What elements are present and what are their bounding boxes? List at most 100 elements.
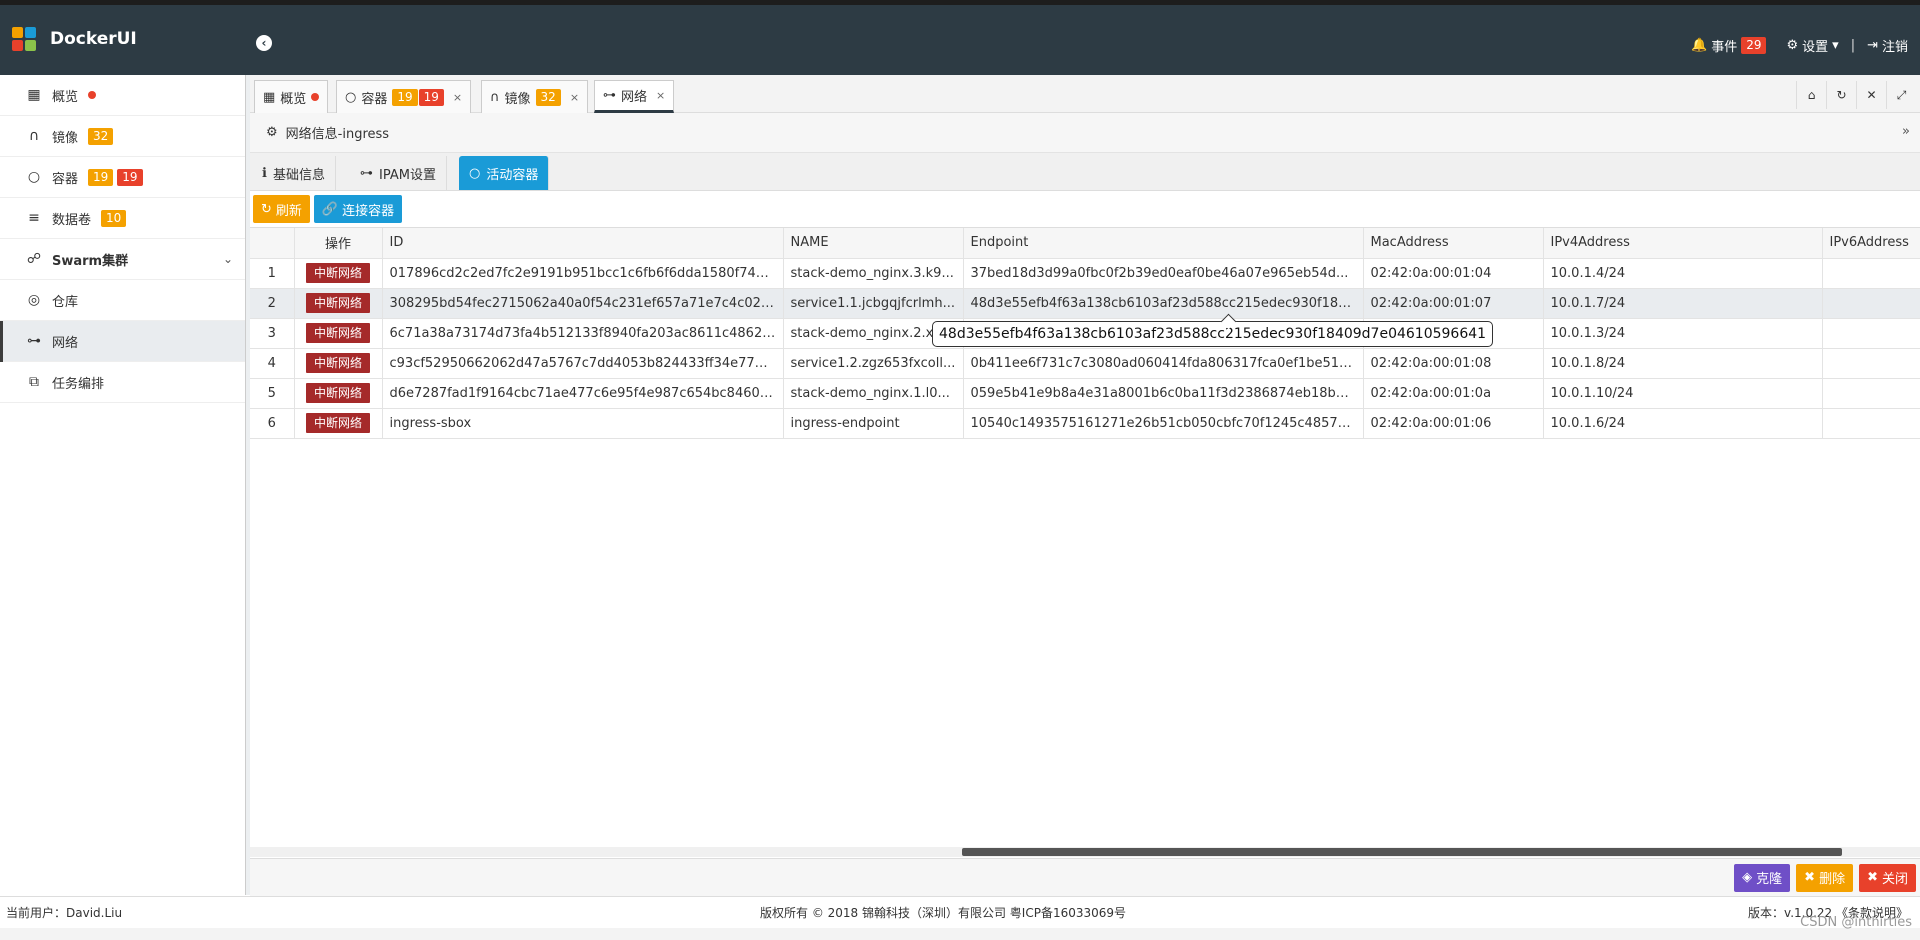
cell-id: ingress-sbox — [382, 408, 784, 439]
row-number: 1 — [250, 258, 295, 289]
ring-icon: ○ — [27, 169, 41, 185]
cell-mac: 02:42:0a:00:01:06 — [1363, 408, 1544, 439]
table-row[interactable]: 4 中断网络 c93cf52950662062d47a5767c7dd4053b82… — [250, 348, 1920, 379]
tab-badge: 19 — [392, 88, 418, 106]
button-label: 刷新 — [275, 203, 302, 219]
sidebar-item-overview[interactable]: ▦ 概览 — [0, 75, 245, 116]
cell-endpoint: 37bed18d3d99a0fbc0f2b39ed0eaf0be46a07e96… — [963, 258, 1364, 289]
puzzle-icon: ⧉ — [29, 374, 39, 390]
button-label: 删除 — [1819, 872, 1846, 887]
sidebar-item-orchestration[interactable]: ⧉ 任务编排 — [0, 362, 245, 403]
cell-id: c93cf52950662062d47a5767c7dd4053b824433f… — [382, 348, 784, 379]
cell-ipv6 — [1822, 408, 1920, 439]
horizontal-scrollbar[interactable] — [962, 848, 1842, 856]
column-header[interactable]: ID — [382, 228, 784, 259]
sidebar-collapse-icon[interactable]: ‹ — [256, 35, 272, 51]
ring-icon: ○ — [345, 89, 357, 105]
cell-name: service1.1.jcbgqjfcrlmh... — [783, 288, 964, 319]
close-icon[interactable]: × — [570, 91, 579, 104]
tab-network[interactable]: ⊶ 网络 × — [594, 80, 675, 113]
button-label: 连接容器 — [342, 203, 395, 219]
volumes-count-badge: 10 — [101, 209, 127, 227]
close-icon[interactable]: × — [453, 91, 462, 104]
header-separator: | — [1850, 37, 1856, 53]
action-cell: 中断网络 — [294, 348, 383, 379]
cell-ipv6 — [1822, 318, 1920, 349]
row-number: 5 — [250, 378, 295, 409]
action-cell: 中断网络 — [294, 258, 383, 289]
column-header[interactable]: MacAddress — [1363, 228, 1544, 259]
containers-total-badge: 19 — [117, 168, 143, 186]
column-header[interactable]: NAME — [783, 228, 964, 259]
usb-icon: ⊶ — [603, 88, 616, 103]
table-row[interactable]: 2 中断网络 308295bd54fec2715062a40a0f54c231ef6… — [250, 288, 1920, 319]
sidebar-item-volumes[interactable]: ≡ 数据卷 10 — [0, 198, 245, 239]
grid-toolbar: ↻ 刷新 🔗 连接容器 — [250, 191, 1920, 227]
close-button[interactable]: ✖ 关闭 — [1859, 863, 1916, 892]
logout-button[interactable]: ⇥ 注销 — [1867, 36, 1908, 55]
tab-containers[interactable]: ○ 容器 19 19 × — [336, 80, 472, 113]
disconnect-network-button[interactable]: 中断网络 — [305, 383, 370, 403]
headphones-icon: ∩ — [490, 89, 500, 105]
settings-button[interactable]: ⚙ 设置 ▾ — [1786, 36, 1838, 55]
settings-label: 设置 — [1802, 39, 1829, 55]
cell-endpoint: 48d3e55efb4f63a138cb6103af23d588cc215ede… — [963, 288, 1364, 319]
disconnect-network-button[interactable]: 中断网络 — [305, 353, 370, 373]
app-logo-icon — [12, 27, 38, 53]
sidebar-item-registry[interactable]: ◎ 仓库 — [0, 280, 245, 321]
disconnect-network-button[interactable]: 中断网络 — [305, 323, 370, 343]
table-row[interactable]: 6 中断网络 ingress-sbox ingress-endpoint 10540c1… — [250, 408, 1920, 439]
sidebar-item-images[interactable]: ∩ 镜像 32 — [0, 116, 245, 157]
sidebar-item-network[interactable]: ⊶ 网络 — [0, 321, 245, 362]
fullscreen-icon[interactable]: ⤢ — [1886, 81, 1916, 109]
headphones-icon: ∩ — [28, 128, 40, 144]
table-row[interactable]: 1 中断网络 017896cd2c2ed7fc2e9191b951bcc1c6fb6… — [250, 258, 1920, 289]
cell-endpoint: 0b411ee6f731c7c3080ad060414fda806317fca0… — [963, 348, 1364, 379]
cell-id: d6e7287fad1f9164cbc71ae477c6e95f4e987c65… — [382, 378, 784, 409]
tab-active-containers[interactable]: ○ 活动容器 — [459, 156, 550, 190]
clone-button[interactable]: ◈ 克隆 — [1734, 863, 1791, 892]
sidebar-item-label: 任务编排 — [52, 376, 105, 392]
column-header[interactable]: IPv4Address — [1543, 228, 1823, 259]
close-icon[interactable]: × — [656, 89, 665, 102]
tab-label: 基础信息 — [272, 167, 325, 183]
cell-endpoint: 10540c1493575161271e26b51cb050cbfc70f124… — [963, 408, 1364, 439]
disconnect-network-button[interactable]: 中断网络 — [305, 293, 370, 313]
button-label: 克隆 — [1756, 872, 1783, 887]
table-row[interactable]: 5 中断网络 d6e7287fad1f9164cbc71ae477c6e95f4e9… — [250, 378, 1920, 409]
connect-container-button[interactable]: 🔗 连接容器 — [313, 195, 403, 223]
tab-basic-info[interactable]: ℹ 基础信息 — [252, 156, 336, 190]
cell-ipv4: 10.0.1.4/24 — [1543, 258, 1823, 289]
double-chevron-right-icon[interactable]: » — [1902, 124, 1910, 139]
cell-ipv6 — [1822, 258, 1920, 289]
tab-overview[interactable]: ▦ 概览 — [254, 80, 329, 113]
cell-ipv6 — [1822, 288, 1920, 319]
events-button[interactable]: 🔔 事件 29 — [1691, 36, 1767, 55]
current-user: 当前用户：David.Liu — [6, 906, 123, 920]
sidebar-item-swarm[interactable]: ☍ Swarm集群 ⌄ — [0, 239, 245, 280]
column-header[interactable]: Endpoint — [963, 228, 1364, 259]
tab-images[interactable]: ∩ 镜像 32 × — [481, 80, 589, 113]
refresh-button[interactable]: ↻ 刷新 — [253, 195, 310, 223]
home-icon[interactable]: ⌂ — [1796, 81, 1826, 109]
close-icon[interactable]: ✕ — [1856, 81, 1886, 109]
top-header: DockerUI ‹ 🔔 事件 29 ⚙ 设置 ▾ | ⇥ 注销 — [0, 0, 1920, 75]
disconnect-network-button[interactable]: 中断网络 — [305, 413, 370, 433]
cell-ipv4: 10.0.1.7/24 — [1543, 288, 1823, 319]
watermark: CSDN @inthirties — [1800, 915, 1912, 930]
sidebar-item-label: Swarm集群 — [52, 253, 129, 269]
disconnect-network-button[interactable]: 中断网络 — [305, 263, 370, 283]
tab-label: 概览 — [280, 91, 307, 107]
sidebar: ▦ 概览 ∩ 镜像 32 ○ 容器 19 19 ≡ 数据卷 10 ☍ Swarm… — [0, 75, 246, 895]
sidebar-item-containers[interactable]: ○ 容器 19 19 — [0, 157, 245, 198]
gear-icon: ⚙ — [1786, 37, 1799, 53]
times-icon: ✖ — [1867, 870, 1878, 885]
delete-button[interactable]: ✖ 删除 — [1796, 863, 1854, 892]
tab-ipam[interactable]: ⊶ IPAM设置 — [350, 156, 447, 190]
refresh-icon[interactable]: ↻ — [1826, 81, 1856, 109]
sidebar-item-label: 容器 — [52, 171, 79, 187]
cell-id: 017896cd2c2ed7fc2e9191b951bcc1c6fb6f6dda… — [382, 258, 784, 289]
table-header-row: 操作 ID NAME Endpoint MacAddress IPv4Addre… — [250, 228, 1920, 259]
column-header[interactable]: IPv6Address — [1822, 228, 1920, 259]
sidebar-item-label: 镜像 — [52, 130, 79, 146]
